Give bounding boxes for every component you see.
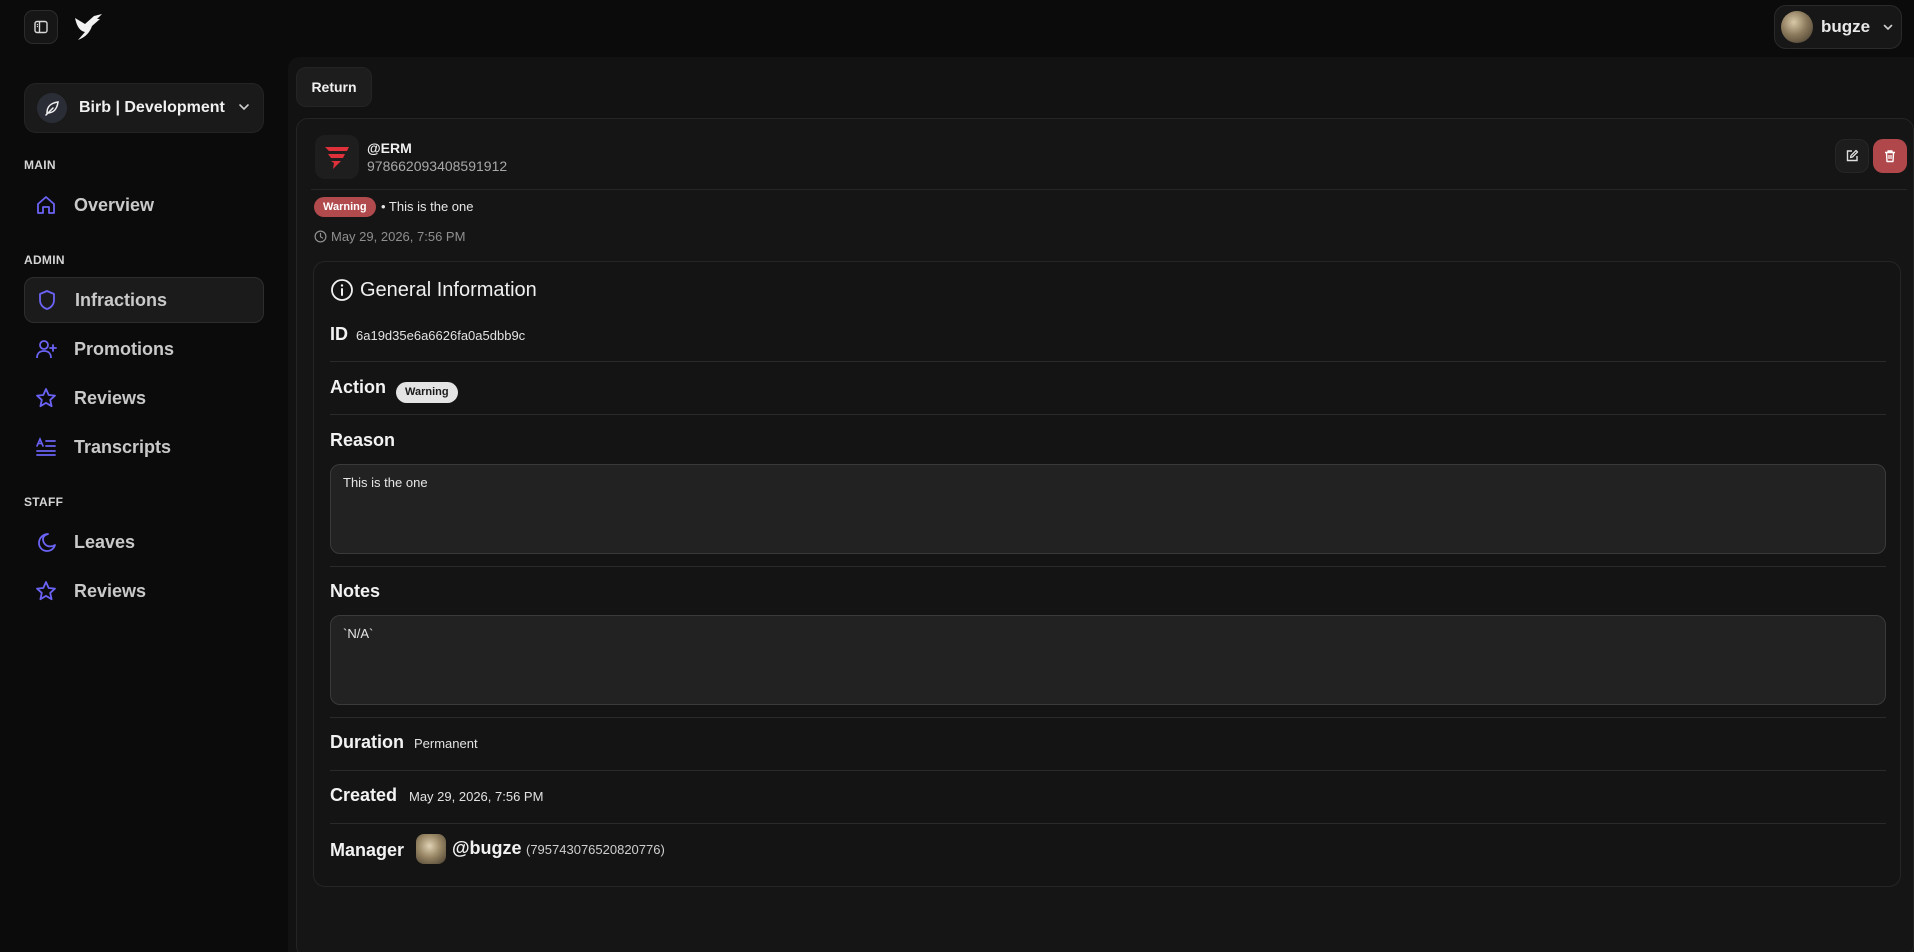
manager-handle[interactable]: @bugze: [452, 838, 522, 859]
sidebar-item-staff-reviews[interactable]: Reviews: [24, 568, 264, 614]
action-badge: Warning: [396, 382, 458, 403]
shield-icon: [35, 288, 59, 312]
star-icon: [34, 579, 58, 603]
divider: [330, 823, 1886, 824]
bird-logo-icon[interactable]: [72, 10, 106, 44]
moon-icon: [34, 530, 58, 554]
status-badge: Warning: [314, 197, 376, 217]
main-content: Return @ERM 978662093408591912 Warning •: [288, 57, 1914, 952]
divider: [330, 566, 1886, 567]
sidebar-item-label: Transcripts: [74, 436, 172, 457]
user-name: bugze: [1821, 17, 1871, 36]
sidebar-item-overview[interactable]: Overview: [24, 182, 264, 228]
avatar: [416, 834, 446, 864]
id-value: 6a19d35e6a6626fa0a5dbb9c: [356, 328, 526, 343]
created-label: Created: [330, 785, 398, 805]
sidebar-item-leaves[interactable]: Leaves: [24, 519, 264, 565]
created-value: May 29, 2026, 7:56 PM: [409, 789, 544, 804]
workspace-switcher[interactable]: Birb | Development: [24, 83, 264, 133]
chevron-down-icon: [1883, 24, 1893, 31]
infraction-card: @ERM 978662093408591912 Warning • This i…: [296, 118, 1914, 952]
workspace-name: Birb | Development: [79, 99, 225, 116]
general-information-heading: General Information: [330, 278, 537, 302]
top-bar: bugze: [0, 0, 1914, 56]
home-icon: [34, 193, 58, 217]
timestamp-row: May 29, 2026, 7:56 PM: [314, 229, 465, 244]
sidebar-item-label: Leaves: [74, 531, 136, 552]
divider: [330, 414, 1886, 415]
sidebar-toggle-button[interactable]: [24, 10, 58, 44]
return-button[interactable]: Return: [296, 67, 372, 107]
divider: [330, 361, 1886, 362]
section-title-admin: ADMIN: [24, 253, 65, 267]
sidebar-item-label: Promotions: [74, 338, 175, 359]
sidebar-item-transcripts[interactable]: Transcripts: [24, 424, 264, 470]
general-information-panel: General Information ID 6a19d35e6a6626fa0…: [313, 261, 1901, 887]
manager-label: Manager: [330, 840, 405, 860]
clock-icon: [314, 230, 327, 243]
manager-id: (795743076520820776): [526, 842, 665, 857]
edit-icon: [1846, 149, 1859, 162]
reason-text: This is the one: [330, 464, 1886, 554]
sidebar-item-label: Reviews: [74, 580, 147, 601]
sidebar-item-label: Overview: [74, 194, 155, 215]
sidebar-item-promotions[interactable]: Promotions: [24, 326, 264, 372]
sidebar-item-reviews[interactable]: Reviews: [24, 375, 264, 421]
section-title-main: MAIN: [24, 158, 56, 172]
reason-label: Reason: [330, 430, 396, 450]
user-menu-button[interactable]: bugze: [1774, 5, 1902, 49]
notes-label: Notes: [330, 581, 381, 601]
user-plus-icon: [34, 337, 58, 361]
sidebar-item-infractions[interactable]: Infractions: [24, 277, 264, 323]
notes-text: `N/A`: [330, 615, 1886, 705]
section-title: General Information: [360, 278, 537, 301]
action-label: Action: [330, 377, 386, 397]
delete-button[interactable]: [1873, 139, 1907, 173]
divider: [330, 717, 1886, 718]
star-icon: [34, 386, 58, 410]
divider: [330, 770, 1886, 771]
duration-label: Duration: [330, 732, 404, 752]
sidebar-panel-icon: [34, 20, 48, 34]
user-handle: @ERM: [367, 140, 412, 156]
sidebar: Birb | Development MAIN Overview ADMIN I…: [0, 56, 288, 952]
section-title-staff: STAFF: [24, 495, 64, 509]
text-lines-icon: [34, 435, 58, 459]
leaf-icon: [37, 93, 67, 123]
duration-value: Permanent: [414, 736, 478, 751]
sidebar-item-label: Reviews: [74, 387, 147, 408]
info-icon: [331, 279, 353, 301]
timestamp: May 29, 2026, 7:56 PM: [331, 229, 466, 244]
sidebar-item-label: Infractions: [75, 289, 168, 310]
chevron-down-icon: [239, 104, 249, 111]
erm-logo-icon: [315, 135, 359, 179]
avatar: [1781, 11, 1813, 43]
trash-icon: [1885, 150, 1895, 163]
divider: [311, 189, 1907, 190]
infraction-summary: • This is the one: [381, 199, 474, 214]
user-id: 978662093408591912: [367, 158, 508, 174]
id-label: ID: [330, 324, 348, 344]
edit-button[interactable]: [1835, 139, 1869, 173]
